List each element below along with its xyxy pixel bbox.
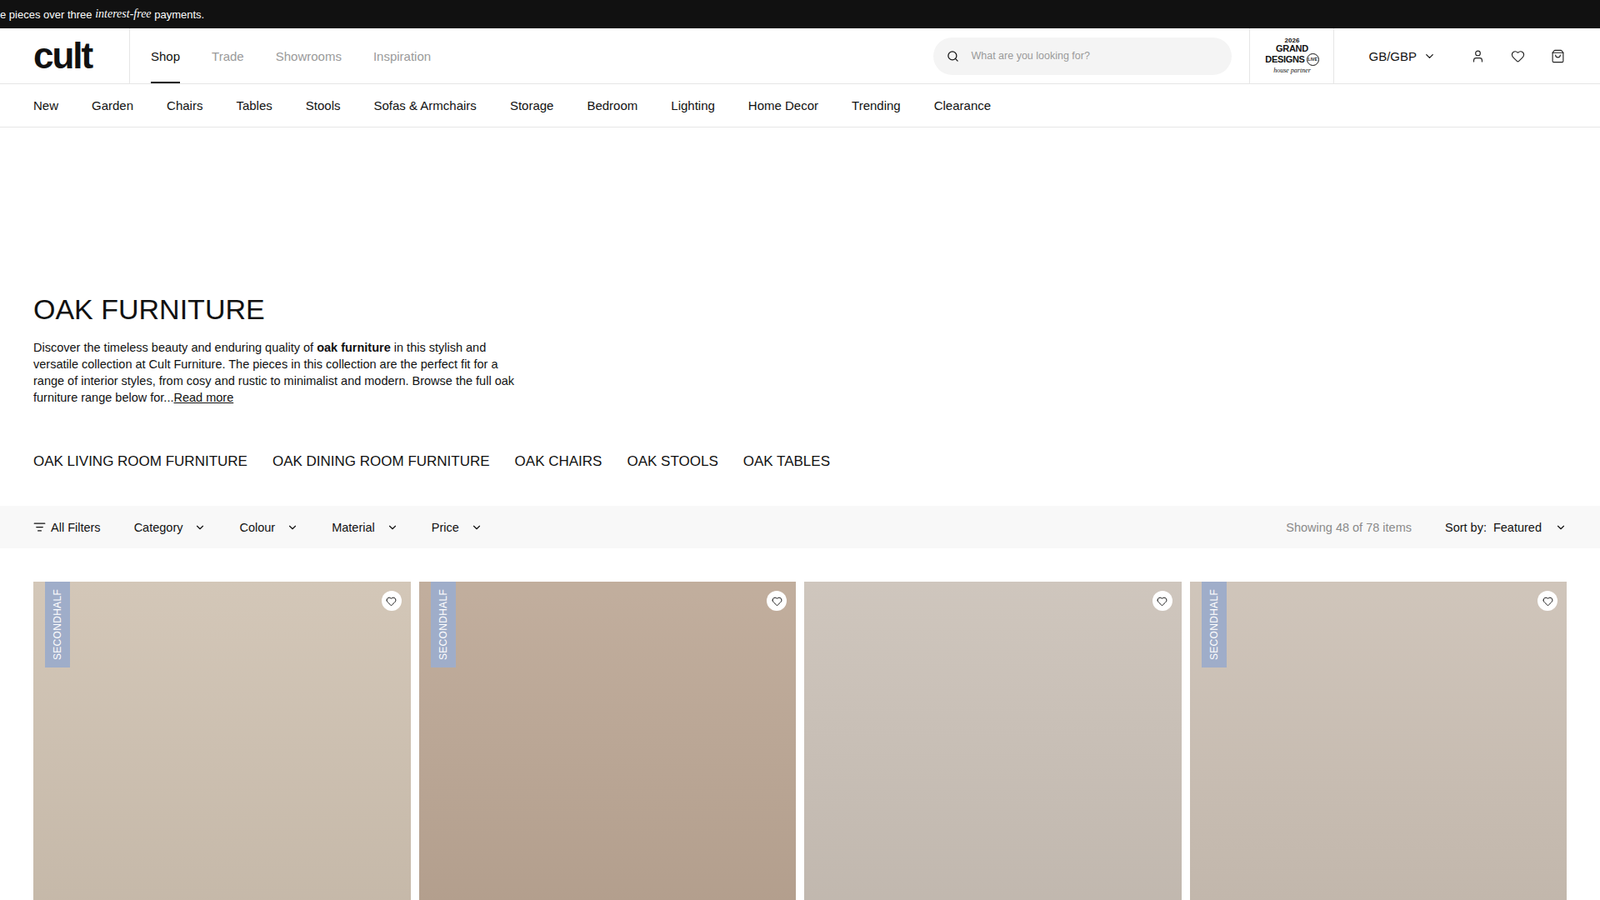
product-badge: SECONDHALF xyxy=(1201,581,1227,668)
subcategory-link[interactable]: OAK STOOLS xyxy=(626,452,718,471)
page-description: Discover the timeless beauty and endurin… xyxy=(33,339,525,406)
filter-dropdown[interactable]: Category xyxy=(134,520,207,535)
header-actions: 2026GRANDDESIGNSLIVEhouse partnerGB/GBP xyxy=(933,28,1600,84)
filter-dropdown[interactable]: Material xyxy=(331,520,399,535)
heart-icon xyxy=(1542,595,1554,607)
chevron-down-icon xyxy=(286,521,299,534)
partner-year: 2026 xyxy=(1285,37,1300,45)
main-nav-item[interactable]: Trade xyxy=(211,28,245,84)
favorite-button[interactable] xyxy=(766,590,787,611)
product-badge: SECONDHALF xyxy=(430,581,456,668)
currency-selector[interactable]: GB/GBP xyxy=(1334,28,1436,84)
subcategory-links: OAK LIVING ROOM FURNITURE OAK DINING ROOM… xyxy=(33,452,1567,471)
partner-badge[interactable]: 2026GRANDDESIGNSLIVEhouse partner xyxy=(1249,28,1335,84)
partner-word: DESIGNS xyxy=(1265,55,1305,65)
logo[interactable]: cult xyxy=(33,37,92,75)
partner-tagline: house partner xyxy=(1273,67,1311,75)
subcategory-link[interactable]: OAK CHAIRS xyxy=(515,452,603,471)
main-nav: Shop Trade Showrooms Inspiration xyxy=(130,28,431,84)
main-nav-item[interactable]: Showrooms xyxy=(275,28,342,84)
announcement-text: e pieces over three xyxy=(0,8,95,21)
favorite-button[interactable] xyxy=(381,590,402,611)
chevron-down-icon xyxy=(1555,521,1567,534)
product-card[interactable]: SECONDHALF xyxy=(33,581,411,900)
cart-button[interactable] xyxy=(1550,49,1565,64)
search-icon xyxy=(946,50,960,63)
category-link[interactable]: Clearance xyxy=(934,98,991,113)
header-icons xyxy=(1435,28,1600,84)
product-card[interactable] xyxy=(804,581,1182,900)
bag-icon xyxy=(1550,49,1565,64)
subcategory-link[interactable]: OAK DINING ROOM FURNITURE xyxy=(272,452,490,471)
sort-dropdown[interactable]: Sort by:Featured xyxy=(1445,520,1567,535)
category-link[interactable]: Home Decor xyxy=(748,98,819,113)
all-filters-button[interactable]: All Filters xyxy=(33,520,101,535)
subcategory-link[interactable]: OAK LIVING ROOM FURNITURE xyxy=(33,452,248,471)
product-card[interactable]: SECONDHALF xyxy=(419,581,797,900)
page-title: OAK FURNITURE xyxy=(33,292,1567,326)
account-button[interactable] xyxy=(1470,49,1485,64)
wishlist-button[interactable] xyxy=(1510,49,1525,64)
heart-icon xyxy=(1156,595,1168,607)
chevron-down-icon xyxy=(470,521,483,534)
announcement-text: payments. xyxy=(151,8,205,21)
favorite-button[interactable] xyxy=(1537,590,1558,611)
subcategory-link[interactable]: OAK TABLES xyxy=(743,452,830,471)
filter-dropdown[interactable]: Colour xyxy=(239,520,299,535)
partner-live: LIVE xyxy=(1306,53,1320,66)
read-more-link[interactable]: Read more xyxy=(173,390,234,405)
chevron-down-icon xyxy=(386,521,399,534)
heart-icon xyxy=(771,595,783,607)
logo-box: cult xyxy=(0,28,130,84)
category-nav: New Garden Chairs Tables Stools Sofas & Armch… xyxy=(0,84,1600,128)
heart-icon xyxy=(1510,49,1525,64)
filter-bar: All Filters Category Colour Material Price Sh… xyxy=(0,505,1600,549)
category-link[interactable]: Garden xyxy=(91,98,134,113)
filter-group: All Filters Category Colour Material Price xyxy=(33,520,483,535)
chevron-down-icon xyxy=(194,521,206,534)
product-card[interactable]: SECONDHALF xyxy=(1190,581,1568,900)
announcement-bar: e pieces over three interest-free paymen… xyxy=(0,0,1600,29)
category-link[interactable]: New xyxy=(33,98,59,113)
search-input[interactable] xyxy=(969,49,1219,63)
filter-dropdown[interactable]: Price xyxy=(431,520,483,535)
category-link[interactable]: Lighting xyxy=(670,98,715,113)
partner-row: GRAND xyxy=(1275,44,1309,54)
category-link[interactable]: Sofas & Armchairs xyxy=(373,98,476,113)
category-link[interactable]: Trending xyxy=(851,98,901,113)
product-grid: SECONDHALF SECONDHALF SECONDHALF xyxy=(0,548,1600,900)
header: cult Shop Trade Showrooms Inspiration 2026GRA… xyxy=(0,28,1600,85)
partner-row: DESIGNSLIVE xyxy=(1265,53,1319,66)
heart-icon xyxy=(385,595,397,607)
partner-word: GRAND xyxy=(1275,44,1309,54)
favorite-button[interactable] xyxy=(1152,590,1173,611)
category-link[interactable]: Chairs xyxy=(166,98,203,113)
item-count: Showing 48 of 78 items xyxy=(1285,520,1412,535)
collection-hero: OAK FURNITURE Discover the timeless beaut… xyxy=(0,127,1600,471)
filter-icon xyxy=(33,520,46,534)
category-link[interactable]: Tables xyxy=(235,98,272,113)
product-badge: SECONDHALF xyxy=(45,581,70,668)
main-nav-item[interactable]: Shop xyxy=(150,28,180,84)
main-nav-item[interactable]: Inspiration xyxy=(373,28,431,84)
chevron-down-icon xyxy=(1423,50,1436,63)
category-link[interactable]: Bedroom xyxy=(586,98,638,113)
announcement-text: interest-free xyxy=(95,7,151,21)
category-link[interactable]: Storage xyxy=(510,98,555,113)
category-link[interactable]: Stools xyxy=(305,98,341,113)
search-box xyxy=(933,37,1232,75)
user-icon xyxy=(1470,49,1485,64)
